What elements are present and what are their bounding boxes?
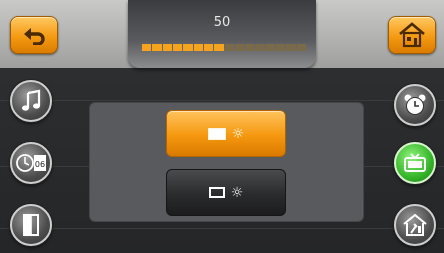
tv-button[interactable] bbox=[394, 142, 436, 184]
back-button[interactable] bbox=[10, 16, 58, 54]
level-segment bbox=[296, 44, 306, 51]
brightness-filled-option[interactable]: ☼ bbox=[166, 110, 286, 157]
alarm-clock-icon bbox=[404, 94, 426, 115]
level-segment bbox=[245, 44, 255, 51]
level-segment bbox=[162, 44, 172, 51]
level-segment bbox=[152, 44, 162, 51]
tools-button[interactable] bbox=[394, 204, 436, 246]
home-button[interactable] bbox=[388, 16, 436, 54]
divider bbox=[0, 228, 444, 229]
level-segment bbox=[276, 44, 286, 51]
tv-icon bbox=[404, 153, 426, 172]
level-segment bbox=[234, 44, 245, 51]
sun-icon: ☼ bbox=[231, 125, 245, 142]
outline-rectangle-icon bbox=[208, 187, 225, 198]
level-segment bbox=[286, 44, 296, 51]
music-note-icon bbox=[22, 89, 41, 111]
calendar-day: 06 bbox=[35, 160, 45, 169]
door-button[interactable] bbox=[10, 204, 52, 246]
home-icon bbox=[399, 22, 425, 48]
level-segment bbox=[172, 44, 183, 51]
filled-rectangle-icon bbox=[207, 127, 226, 140]
level-segment bbox=[183, 44, 193, 51]
music-button[interactable] bbox=[10, 80, 52, 122]
sun-icon: ☼ bbox=[230, 184, 244, 201]
level-segment bbox=[203, 44, 214, 51]
divider bbox=[0, 100, 444, 101]
level-segment bbox=[142, 44, 152, 51]
alarm-button[interactable] bbox=[394, 84, 436, 126]
level-segment bbox=[193, 44, 203, 51]
back-arrow-icon bbox=[24, 28, 45, 45]
clock-calendar-icon: 06 bbox=[16, 154, 46, 172]
level-value: 50 bbox=[213, 15, 231, 30]
brightness-outline-option[interactable]: ☼ bbox=[166, 169, 286, 216]
clock-date-button[interactable]: 06 bbox=[10, 142, 52, 184]
tools-icon bbox=[403, 213, 427, 236]
level-segment bbox=[255, 44, 265, 51]
level-slider[interactable]: 50 bbox=[128, 0, 316, 68]
mode-dialog: ☼ ☼ bbox=[90, 103, 363, 221]
level-track[interactable] bbox=[142, 44, 306, 51]
door-exit-icon bbox=[23, 214, 39, 236]
level-segment bbox=[224, 44, 234, 51]
level-segment bbox=[265, 44, 276, 51]
level-segment bbox=[214, 44, 224, 51]
